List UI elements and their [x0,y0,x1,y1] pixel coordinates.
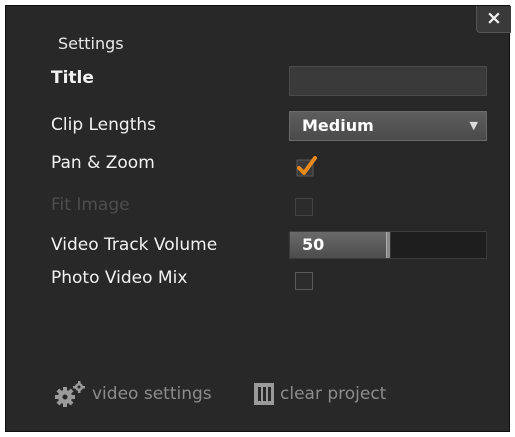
pan-zoom-checkbox[interactable] [295,156,317,177]
dialog-heading: Settings [58,34,124,53]
title-label: Title [51,68,94,88]
clear-project-button[interactable]: clear project [252,378,386,410]
clip-lengths-dropdown[interactable]: Medium ▼ [289,111,487,141]
slider-thumb[interactable] [386,232,391,258]
checkmark-icon [296,156,317,177]
close-button[interactable]: × [476,6,511,33]
chevron-down-icon: ▼ [469,119,478,132]
video-track-volume-slider[interactable]: 50 [289,231,487,259]
fit-image-checkbox [295,198,313,216]
title-input[interactable] [289,66,487,96]
photo-video-mix-label: Photo Video Mix [51,268,188,288]
photo-video-mix-checkbox[interactable] [295,272,313,290]
pan-zoom-label: Pan & Zoom [51,153,155,173]
film-strip-icon [254,383,274,405]
video-settings-label: video settings [92,384,212,404]
fit-image-label: Fit Image [51,195,130,215]
settings-dialog: × Settings Title Clip Lengths Medium ▼ P… [5,5,511,432]
slider-value: 50 [302,235,325,254]
gears-icon [55,381,85,407]
video-track-volume-label: Video Track Volume [51,235,218,255]
clip-lengths-label: Clip Lengths [51,115,157,135]
video-settings-button[interactable]: video settings [52,378,212,410]
clear-project-label: clear project [280,384,387,404]
clip-lengths-selected: Medium [302,116,374,135]
